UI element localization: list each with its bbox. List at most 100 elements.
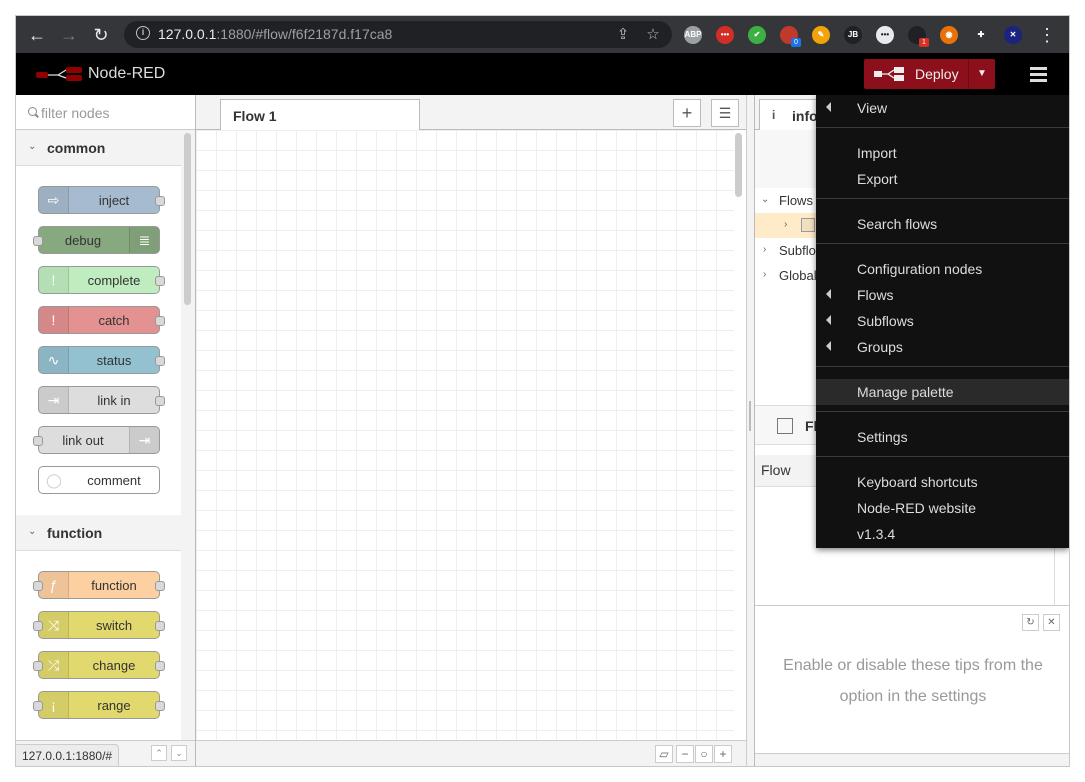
nodered-logo-icon — [36, 67, 82, 81]
tree-label: Flows — [779, 193, 813, 208]
node-label: change — [92, 658, 136, 673]
expand-all-icon[interactable]: ⌄ — [171, 745, 187, 761]
palette-node-link-in[interactable]: ⇥ link in — [38, 386, 165, 414]
category-function[interactable]: ⌄ function — [16, 515, 181, 551]
category-common[interactable]: ⌄ common — [16, 130, 181, 166]
orange-circle-extension-icon[interactable]: ◉ — [940, 26, 958, 44]
menu-item-settings[interactable]: Settings — [816, 424, 1069, 450]
flow-canvas[interactable] — [196, 130, 734, 740]
workspace: Flow 1 + ☰ ▱ − ○ + — [196, 95, 746, 766]
catch-node-icon: ! — [39, 307, 69, 333]
palette-node-switch[interactable]: ⤨ switch — [33, 611, 165, 639]
property-label: Flow — [761, 462, 791, 478]
url-text[interactable]: 127.0.0.1:1880/#flow/f6f2187d.f17ca8 — [158, 26, 392, 42]
add-flow-icon[interactable]: + — [673, 99, 701, 127]
flow-list-icon[interactable]: ☰ — [711, 99, 739, 127]
extension-badge: 1 — [919, 38, 929, 47]
caret-left-icon — [826, 289, 831, 299]
workspace-tabs: Flow 1 + ☰ — [196, 95, 746, 131]
back-arrow-icon[interactable]: ← — [26, 24, 48, 46]
palette-node-range[interactable]: ¡ range — [33, 691, 165, 719]
main-menu-button[interactable] — [1024, 59, 1054, 89]
output-port — [155, 581, 165, 591]
palette-node-comment[interactable]: ◯ comment — [38, 466, 160, 494]
node-label: status — [96, 353, 132, 368]
palette-node-inject[interactable]: ⇨ inject — [38, 186, 165, 214]
debug-node-icon: ≣ — [129, 227, 159, 253]
menu-item-view[interactable]: View — [816, 95, 1069, 121]
tree-label: Global — [779, 268, 817, 283]
chevron-right-icon: › — [784, 219, 788, 230]
node-label: complete — [87, 273, 141, 288]
filter-nodes-input[interactable] — [41, 103, 181, 123]
sidebar-splitter[interactable] — [746, 95, 754, 766]
tab-flow-1[interactable]: Flow 1 — [220, 99, 420, 131]
palette-search — [16, 95, 195, 130]
inject-node-icon: ⇨ — [39, 187, 69, 213]
menu-item-search-flows[interactable]: Search flows — [816, 211, 1069, 237]
palette-list: ⌄ common ⇨ inject ≣ debug! complete! catch ∿ st… — [16, 130, 195, 740]
palette-node-debug[interactable]: ≣ debug — [33, 226, 160, 254]
share-icon[interactable]: ⇪ — [614, 26, 632, 44]
reload-icon[interactable]: ↻ — [90, 24, 112, 46]
menu-item-website[interactable]: Node-RED website — [816, 495, 1069, 521]
chevron-down-icon: ⌄ — [28, 526, 37, 537]
check-extension-icon[interactable]: ✔ — [748, 26, 766, 44]
zoom-reset-icon[interactable]: ○ — [695, 745, 713, 763]
close-icon[interactable]: ✕ — [1043, 614, 1060, 631]
palette-node-catch[interactable]: ! catch — [38, 306, 165, 334]
refresh-icon[interactable]: ↻ — [1022, 614, 1039, 631]
orange-pen-extension-icon[interactable]: ✎ — [812, 26, 830, 44]
chevron-right-icon: › — [763, 244, 767, 255]
zoom-in-icon[interactable]: + — [714, 745, 732, 763]
output-port — [155, 276, 165, 286]
forward-arrow-icon[interactable]: → — [58, 24, 80, 46]
input-port — [33, 581, 43, 591]
flow-icon — [801, 218, 815, 232]
menu-item-groups[interactable]: Groups — [816, 334, 1069, 360]
menu-item-manage-palette[interactable]: Manage palette — [816, 379, 1069, 405]
lastpass-extension-icon[interactable]: ••• — [716, 26, 734, 44]
dots-extension-icon[interactable]: ••• — [876, 26, 894, 44]
menu-divider — [816, 243, 1069, 244]
palette-node-complete[interactable]: ! complete — [38, 266, 165, 294]
tab-label: info — [792, 108, 818, 124]
caret-left-icon — [826, 315, 831, 325]
info-icon[interactable]: i — [136, 26, 150, 40]
status-node-icon: ∿ — [39, 347, 69, 373]
bookmark-star-icon[interactable]: ☆ — [644, 26, 662, 44]
menu-item-import[interactable]: Import — [816, 140, 1069, 166]
zoom-out-icon[interactable]: − — [676, 745, 694, 763]
link-out-node-icon: ⇥ — [129, 427, 159, 453]
output-port — [155, 316, 165, 326]
palette-node-link-out[interactable]: ⇥ link out — [33, 426, 160, 454]
output-port — [155, 701, 165, 711]
collapse-all-icon[interactable]: ⌃ — [151, 745, 167, 761]
palette-node-change[interactable]: ⤮ change — [33, 651, 165, 679]
puzzle-extension-icon[interactable]: ✚ — [972, 26, 990, 44]
palette-node-status[interactable]: ∿ status — [38, 346, 165, 374]
menu-item-configuration-nodes[interactable]: Configuration nodes — [816, 256, 1069, 282]
menu-divider — [816, 366, 1069, 367]
menu-item-flows[interactable]: Flows — [816, 282, 1069, 308]
menu-item-keyboard-shortcuts[interactable]: Keyboard shortcuts — [816, 469, 1069, 495]
deploy-dropdown-icon[interactable]: ▼ — [969, 59, 995, 89]
browser-menu-icon[interactable]: ⋮ — [1036, 24, 1058, 46]
range-node-icon: ¡ — [39, 692, 69, 718]
splitter-handle[interactable] — [749, 401, 751, 431]
canvas-vertical-scrollbar[interactable] — [735, 133, 742, 197]
node-label: inject — [98, 193, 130, 208]
adblock-extension-icon[interactable]: ABP — [684, 26, 702, 44]
menu-item-subflows[interactable]: Subflows — [816, 308, 1069, 334]
navigator-map-icon[interactable]: ▱ — [655, 745, 673, 763]
address-bar[interactable]: i 127.0.0.1:1880/#flow/f6f2187d.f17ca8 ⇪… — [124, 21, 672, 48]
switch-node-icon: ⤨ — [39, 612, 69, 638]
jb-extension-icon[interactable]: JB — [844, 26, 862, 44]
palette-scrollbar[interactable] — [184, 133, 191, 305]
menu-item-export[interactable]: Export — [816, 166, 1069, 192]
node-palette: ⌄ common ⇨ inject ≣ debug! complete! catch ∿ st… — [16, 95, 196, 766]
deploy-label: Deploy — [915, 66, 959, 82]
deploy-button[interactable]: Deploy ▼ — [864, 59, 995, 89]
x-extension-icon[interactable]: ✕ — [1004, 26, 1022, 44]
palette-node-function[interactable]: ƒ function — [33, 571, 165, 599]
